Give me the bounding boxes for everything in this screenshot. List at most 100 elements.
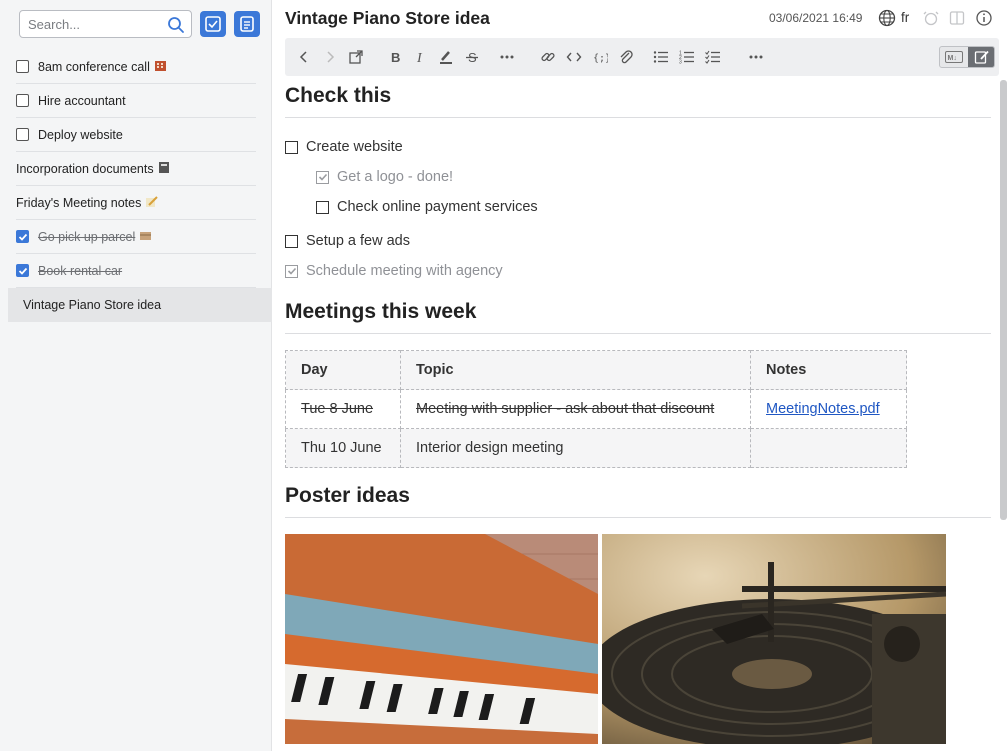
note-list-item[interactable]: Friday's Meeting notes	[16, 186, 256, 220]
link-icon	[541, 52, 555, 62]
checklist: Create website Get a logo - done! Check …	[285, 132, 991, 286]
checkbox-checked[interactable]	[316, 170, 329, 184]
more-insert-button[interactable]	[746, 47, 766, 67]
info-icon[interactable]	[975, 9, 993, 27]
new-todo-button[interactable]	[200, 11, 226, 37]
note-item-label: Friday's Meeting notes	[16, 195, 142, 210]
search-icon[interactable]	[167, 16, 185, 34]
note-list-item[interactable]: Book rental car	[16, 254, 256, 288]
italic-icon: I	[416, 51, 423, 64]
todo-checkbox[interactable]	[16, 60, 29, 73]
code-icon	[566, 52, 582, 62]
note-list: 8am conference call Hire accountant Depl…	[8, 50, 272, 322]
note-list-item[interactable]: Hire accountant	[16, 84, 256, 118]
checklist-icon	[705, 50, 720, 64]
table-row: Thu 10 June Interior design meeting	[285, 428, 907, 468]
svg-text:3: 3	[679, 60, 682, 65]
checklist-item: Setup a few ads	[285, 226, 991, 256]
bullet-list-icon	[653, 51, 668, 63]
insert-link-button[interactable]	[538, 47, 558, 67]
attachment-link[interactable]: MeetingNotes.pdf	[766, 401, 880, 417]
forward-button[interactable]	[320, 47, 340, 67]
chevron-left-icon	[299, 51, 307, 63]
italic-button[interactable]: I	[410, 47, 430, 67]
note-item-label: Incorporation documents	[16, 161, 154, 176]
checklist-item-text: Get a logo - done!	[337, 169, 454, 185]
numbered-list-button[interactable]: 123	[677, 47, 697, 67]
checkbox[interactable]	[285, 234, 298, 248]
note-add-icon	[240, 16, 254, 32]
note-item-label: Book rental car	[38, 263, 123, 278]
todo-checkbox[interactable]	[16, 128, 29, 141]
table-header-cell: Notes	[750, 350, 907, 390]
alarm-icon[interactable]	[922, 9, 940, 27]
note-list-item-selected[interactable]: Vintage Piano Store idea	[8, 288, 272, 322]
note-item-label: 8am conference call	[38, 59, 150, 74]
table-row: Tue 8 June Meeting with supplier - ask a…	[285, 389, 907, 429]
checkbox-checked[interactable]	[285, 264, 298, 278]
svg-text:B: B	[391, 50, 400, 64]
inline-code-button[interactable]	[564, 47, 584, 67]
markdown-icon: M↓	[945, 51, 963, 63]
todo-checkbox[interactable]	[16, 94, 29, 107]
open-external-button[interactable]	[346, 47, 366, 67]
checklist-item: Create website	[285, 132, 991, 162]
paperclip-icon	[620, 50, 633, 64]
editor-mode-toggle[interactable]: M↓	[939, 46, 995, 68]
bold-icon: B	[391, 50, 400, 64]
search-box[interactable]	[19, 10, 192, 38]
rich-text-mode-button[interactable]	[968, 47, 994, 67]
table-cell-day: Tue 8 June	[285, 389, 401, 429]
back-button[interactable]	[294, 47, 314, 67]
meetings-table: Day Topic Notes Tue 8 June Meeting with …	[285, 350, 907, 468]
bullet-list-button[interactable]	[651, 47, 671, 67]
checklist-item-text: Check online payment services	[337, 199, 538, 215]
piano-photo[interactable]	[285, 534, 598, 744]
highlighter-icon	[440, 51, 452, 64]
editor-content[interactable]: Check this Create website Get a logo - d…	[285, 80, 991, 751]
edit-icon	[974, 50, 989, 64]
note-title[interactable]: Vintage Piano Store idea	[285, 8, 490, 29]
table-cell-notes: MeetingNotes.pdf	[750, 389, 907, 429]
strikethrough-button[interactable]: S	[462, 47, 482, 67]
chevron-right-icon	[327, 51, 335, 63]
pencil-memo-icon	[145, 195, 159, 211]
sidebar: 8am conference call Hire accountant Depl…	[0, 0, 272, 751]
code-block-button[interactable]: {;}	[590, 47, 610, 67]
checkbox[interactable]	[285, 140, 298, 154]
note-list-item[interactable]: Go pick up parcel	[16, 220, 256, 254]
language-label[interactable]: fr	[901, 10, 909, 25]
more-dots-icon	[749, 55, 763, 59]
note-list-item[interactable]: Deploy website	[16, 118, 256, 152]
note-list-item[interactable]: Incorporation documents	[16, 152, 256, 186]
section-heading: Poster ideas	[285, 484, 991, 518]
bold-button[interactable]: B	[385, 47, 405, 67]
new-note-button[interactable]	[234, 11, 260, 37]
note-header: Vintage Piano Store idea 03/06/2021 16:4…	[285, 0, 1007, 36]
note-item-label: Go pick up parcel	[38, 229, 136, 244]
svg-text:M↓: M↓	[948, 55, 957, 62]
checkbox[interactable]	[316, 200, 329, 214]
globe-icon[interactable]	[878, 9, 896, 27]
note-item-label: Hire accountant	[38, 93, 126, 108]
checklist-item: Schedule meeting with agency	[285, 256, 991, 286]
more-format-button[interactable]	[497, 47, 517, 67]
attach-file-button[interactable]	[616, 47, 636, 67]
external-link-icon	[349, 50, 363, 64]
svg-text:I: I	[416, 51, 423, 64]
checklist-button[interactable]	[703, 47, 723, 67]
content-scrollbar[interactable]	[1000, 80, 1007, 520]
svg-text:{;}: {;}	[593, 53, 608, 64]
table-cell-topic: Interior design meeting	[400, 428, 751, 468]
turntable-photo[interactable]	[602, 534, 946, 744]
split-view-icon[interactable]	[948, 9, 966, 27]
search-input[interactable]	[28, 15, 164, 33]
code-block-icon: {;}	[593, 53, 608, 64]
todo-checkbox-checked[interactable]	[16, 264, 29, 277]
note-list-item[interactable]: 8am conference call	[16, 50, 256, 84]
section-heading: Check this	[285, 84, 991, 118]
highlight-button[interactable]	[436, 47, 456, 67]
checklist-item-text: Setup a few ads	[306, 233, 410, 249]
todo-checkbox-checked[interactable]	[16, 230, 29, 243]
markdown-mode-button[interactable]: M↓	[940, 47, 968, 67]
